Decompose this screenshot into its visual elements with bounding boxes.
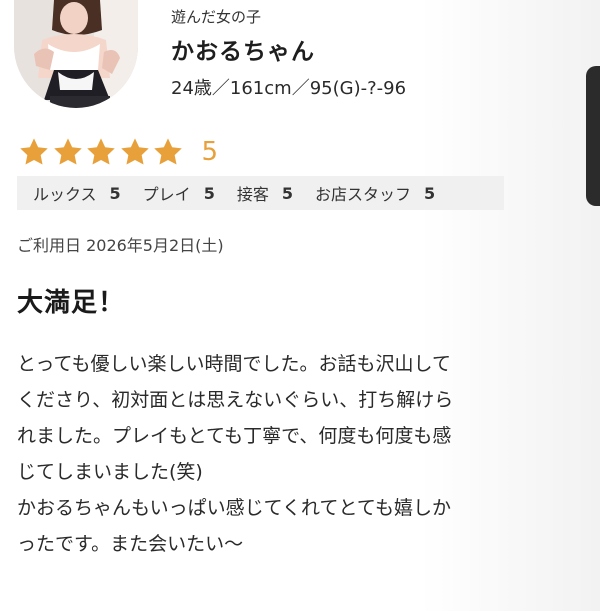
review-line: ったです。また会いたい〜: [17, 533, 244, 555]
star-icon: [85, 136, 117, 168]
review-title: 大満足！: [17, 288, 126, 318]
review-line: かおるちゃんもいっぱい感じてくれてとても嬉しか: [17, 497, 451, 519]
visit-date: ご利用日 2026年5月2日(土): [17, 236, 224, 255]
avatar-photo: [14, 0, 138, 108]
review-line: れました。プレイもとても丁寧で、何度も何度も感: [17, 425, 452, 447]
review-line: くださり、初対面とは思えないぐらい、打ち解けら: [17, 389, 454, 411]
rating-staff: お店スタッフ 5: [315, 181, 435, 205]
rating-play: プレイ 5: [143, 181, 215, 205]
rating-value: 5: [203, 183, 215, 203]
rating-service: 接客 5: [237, 181, 293, 205]
rating-value: 5: [424, 183, 436, 203]
star-icon: [119, 136, 151, 168]
overall-score: 5: [201, 137, 219, 167]
rating-label: お店スタッフ: [314, 185, 411, 204]
avatar[interactable]: [14, 0, 138, 108]
rating-value: 5: [109, 183, 121, 203]
star-icon: [18, 136, 50, 168]
review-line: じてしまいました(笑): [17, 461, 203, 483]
played-girl-label: 遊んだ女の子: [171, 8, 262, 26]
side-tab-handle[interactable]: [586, 66, 600, 206]
rating-label: 接客: [236, 185, 269, 204]
star-icon: [152, 136, 184, 168]
girl-stats: 24歳／161cm／95(G)-?-96: [171, 78, 407, 99]
review-body: とっても優しい楽しい時間でした。お話も沢山して くださり、初対面とは思えないぐら…: [17, 346, 587, 562]
star-rating: 5: [18, 134, 218, 170]
rating-looks: ルックス 5: [33, 181, 121, 205]
rating-value: 5: [281, 183, 293, 203]
review-line: とっても優しい楽しい時間でした。お話も沢山して: [17, 353, 451, 375]
review-card: 遊んだ女の子 かおるちゃん 24歳／161cm／95(G)-?-96 5 ルック…: [0, 0, 600, 611]
category-ratings: ルックス 5 プレイ 5 接客 5 お店スタッフ 5: [17, 176, 504, 210]
girl-name[interactable]: かおるちゃん: [171, 32, 315, 66]
rating-label: ルックス: [33, 185, 97, 204]
rating-label: プレイ: [142, 185, 191, 204]
star-icon: [52, 136, 84, 168]
